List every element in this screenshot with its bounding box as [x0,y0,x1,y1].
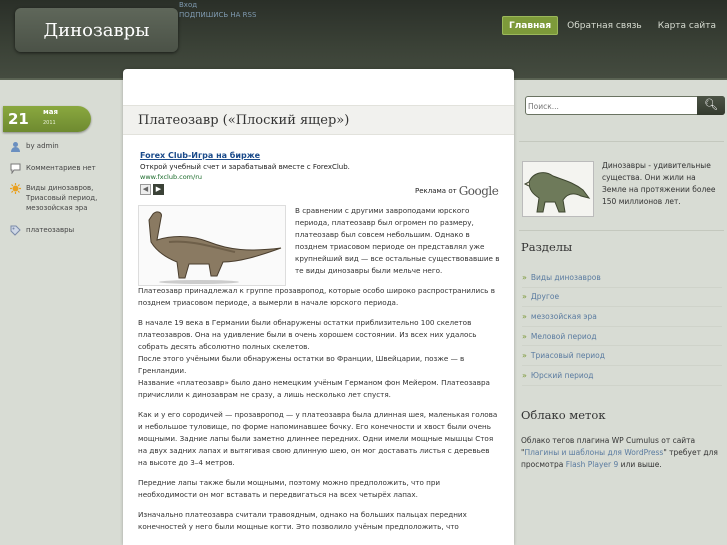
category-item[interactable]: Другое [522,288,722,308]
tagcloud-text: Облако тегов плагина WP Cumulus от сайта… [521,435,726,471]
divider [519,230,724,231]
divider [519,141,724,142]
paragraph: В начале 19 века в Германии были обнаруж… [138,318,490,399]
post-title[interactable]: Платеозавр («Плоский ящер») [123,105,514,135]
post-content: Платеозавр («Плоский ящер») Forex Club-И… [123,69,514,545]
paragraph: В сравнении с другими завроподами юрског… [295,206,500,275]
categories-links[interactable]: Виды динозавров, Триасовый период, мезоз… [26,183,120,213]
ads-by-google[interactable]: Реклама от Google [415,184,499,198]
search-input[interactable] [528,99,683,113]
comment-icon [10,163,21,175]
date-badge: 21 мая 2011 [3,106,91,132]
ad-nav: ◀ ▶ [140,184,164,195]
category-item[interactable]: Триасовый период [522,346,722,366]
dinosaur-thumbnail [522,161,594,217]
date-year: 2011 [43,120,56,126]
meta-categories: Виды динозавров, Триасовый период, мезоз… [10,183,120,213]
paragraph: Как и у его сородичей — прозавропод — у … [138,410,498,467]
wp-plugins-link[interactable]: Плагины и шаблоны для WordPress [524,448,663,457]
search-button[interactable]: 🔍︎ [697,96,725,115]
post-meta-column: 21 мая 2011 by admin Комментариев нет Ви… [0,80,123,545]
rss-link[interactable]: ПОДПИШИСЬ НА RSS [179,11,256,19]
ad-next-icon[interactable]: ▶ [153,184,164,195]
ads-by-label: Реклама от [415,187,457,195]
category-item[interactable]: мезозойская эра [522,307,722,327]
paragraph: Платеозавр принадлежал к группе прозавро… [138,286,495,307]
ad-block: Forex Club-Игра на бирже Открой учебный … [140,151,490,181]
flash-player-link[interactable]: Flash Player 9 [566,460,619,469]
category-item[interactable]: Виды динозавров [522,268,722,288]
nav-home[interactable]: Главная [501,16,559,35]
ad-prev-icon[interactable]: ◀ [140,184,151,195]
meta-comments: Комментариев нет [10,163,96,175]
comments-link[interactable]: Комментариев нет [26,163,96,174]
category-icon [10,183,21,194]
tagcloud-heading: Облако меток [521,408,606,422]
site-logo[interactable]: Динозавры [15,8,178,52]
meta-tags: платеозавры [10,225,74,236]
paragraph: Изначально платеозавра считали травоядны… [138,510,467,531]
tag-icon [10,225,21,236]
google-logo: Google [458,184,499,198]
sections-heading: Разделы [521,240,573,254]
tagcloud-text-part: или выше. [618,460,662,469]
category-list: Виды динозавров Другое мезозойская эра М… [522,268,722,386]
search-icon: 🔍︎ [704,98,718,111]
nav-sitemap[interactable]: Карта сайта [651,16,723,35]
promo-text: Динозавры - удивительные существа. Они ж… [602,161,716,206]
meta-author: by admin [10,141,59,152]
login-link[interactable]: Вход [179,1,197,9]
category-item[interactable]: Юрский период [522,366,722,386]
paragraph: Передние лапы также были мощными, поэтом… [138,478,441,499]
main-nav: Главная Обратная связь Карта сайта [501,16,723,35]
ad-description: Открой учебный счет и зарабатывай вместе… [140,163,350,171]
user-icon [10,141,21,152]
plateosaurus-image [138,205,286,286]
category-item[interactable]: Меловой период [522,327,722,347]
nav-feedback[interactable]: Обратная связь [560,16,649,35]
site-header: Динозавры Вход ПОДПИШИСЬ НА RSS Главная … [0,0,727,80]
author-link[interactable]: by admin [26,141,59,152]
ad-url[interactable]: www.fxclub.com/ru [140,173,490,181]
date-month: мая [43,108,58,116]
ad-title[interactable]: Forex Club-Игра на бирже [140,151,490,160]
tags-link[interactable]: платеозавры [26,225,74,236]
date-day: 21 [8,110,29,128]
search-box: 🔍︎ [525,96,725,115]
